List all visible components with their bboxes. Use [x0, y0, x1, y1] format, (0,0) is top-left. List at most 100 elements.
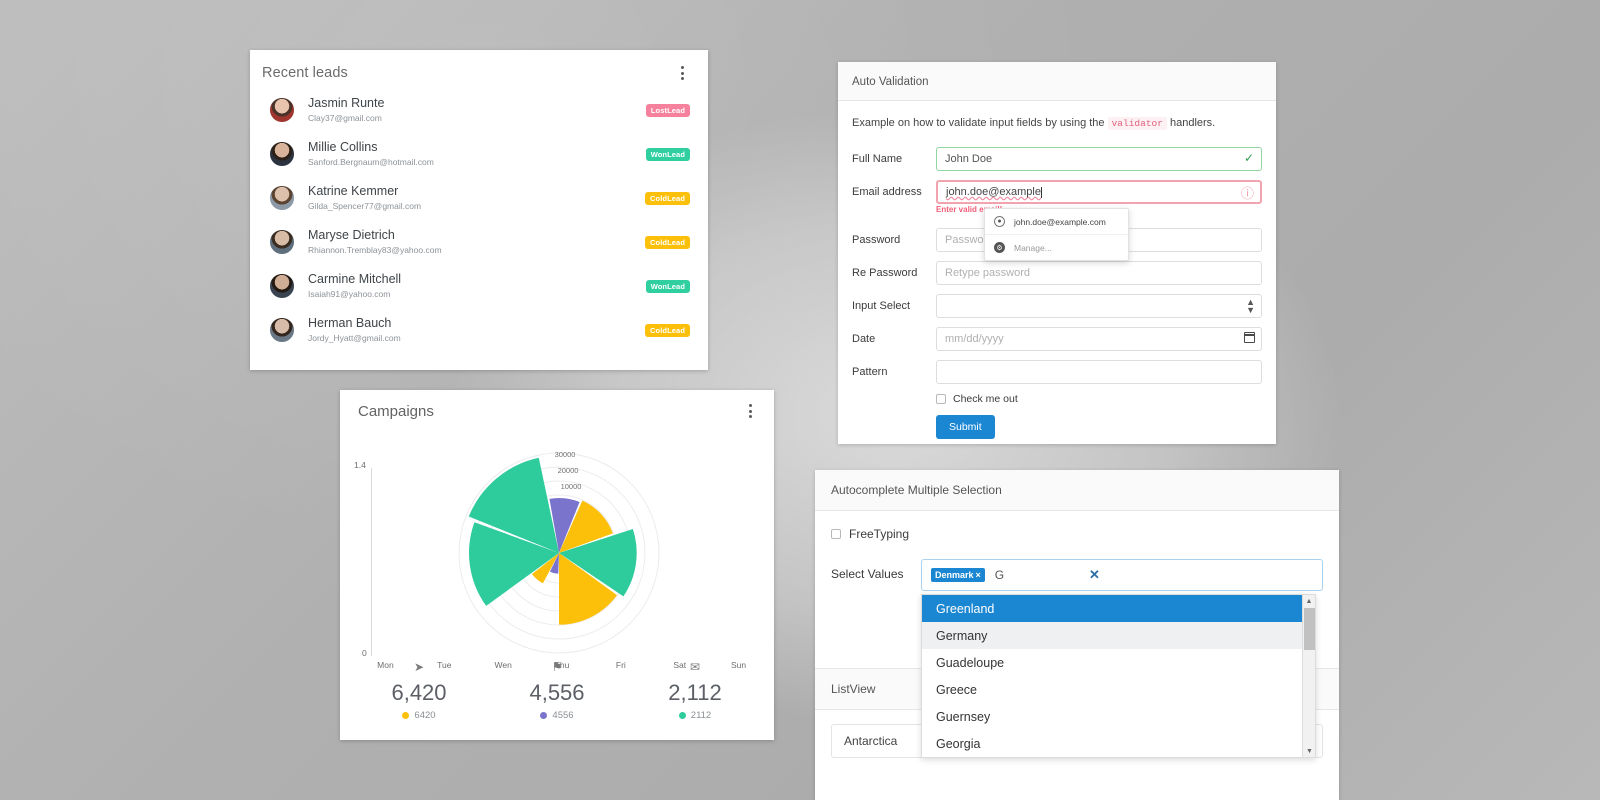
check-me-out-checkbox[interactable]: [936, 394, 946, 404]
autocomplete-option[interactable]: Guadeloupe: [922, 649, 1315, 676]
avatar: [270, 230, 294, 254]
status-badge: ColdLead: [645, 323, 690, 337]
list-item[interactable]: Katrine Kemmer Gilda_Spencer77@gmail.com C…: [250, 176, 708, 220]
pattern-row: Pattern: [852, 360, 1262, 384]
radial-tick-label: 10000: [561, 482, 582, 491]
typed-query: G: [994, 568, 1005, 582]
autocomplete-option[interactable]: Georgia: [922, 730, 1315, 757]
full-name-field[interactable]: [936, 147, 1262, 171]
y-axis-tick-min: 0: [362, 648, 367, 658]
freetyping-checkbox[interactable]: [831, 529, 841, 539]
list-item[interactable]: Millie Collins Sanford.Bergnaum@hotmail.c…: [250, 132, 708, 176]
password-label: Password: [852, 234, 901, 246]
autocomplete-card: Autocomplete Multiple Selection FreeTypi…: [815, 470, 1339, 800]
autocomplete-body: FreeTyping Select Values Denmark × G ✕ G…: [815, 511, 1339, 758]
lead-email: Gilda_Spencer77@gmail.com: [308, 200, 422, 211]
autocomplete-options: Greenland Germany Guadeloupe Greece Guernsey…: [922, 595, 1315, 757]
input-select-field[interactable]: [936, 294, 1262, 318]
lead-name: Jasmin Runte: [308, 95, 385, 110]
list-item[interactable]: Maryse Dietrich Rhiannon.Tremblay83@yahoo…: [250, 220, 708, 264]
list-item[interactable]: Herman Bauch Jordy_Hyatt@gmail.com ColdLea…: [250, 308, 708, 352]
polar-rose-plot: 30000 20000 10000: [450, 444, 668, 662]
auto-validation-description: Example on how to validate input fields …: [852, 117, 1262, 130]
validator-code-token: validator: [1107, 117, 1167, 130]
date-row: Date: [852, 327, 1262, 351]
autofill-manage[interactable]: ⚙ Manage...: [985, 234, 1128, 260]
list-item[interactable]: Carmine Mitchell Isaiah91@yahoo.com WonLea…: [250, 264, 708, 308]
full-name-row: Full Name ✓: [852, 147, 1262, 171]
scroll-up-arrow-icon[interactable]: ▲: [1303, 595, 1315, 607]
scroll-down-arrow-icon[interactable]: ▼: [1303, 745, 1316, 757]
stat-legend: 4556: [488, 710, 626, 721]
avatar: [270, 318, 294, 342]
date-field[interactable]: [936, 327, 1262, 351]
listview-title: ListView: [831, 682, 876, 696]
page-background: [0, 0, 1600, 800]
submit-button[interactable]: Submit: [936, 415, 995, 439]
lead-name: Carmine Mitchell: [308, 271, 402, 286]
stat-legend: 6420: [350, 710, 488, 721]
stat-value: 2,112: [668, 680, 722, 705]
select-values-row: Select Values Denmark × G ✕ Greenland Ger…: [831, 559, 1323, 758]
autocomplete-option[interactable]: Germany: [922, 622, 1315, 649]
close-x-icon[interactable]: ×: [976, 570, 981, 580]
re-password-field[interactable]: [936, 261, 1262, 285]
full-name-label: Full Name: [852, 153, 903, 165]
campaigns-chart: 1.4 0 30000 20000 10000 Mon Tue Wen Thu Fri Sat…: [340, 422, 774, 670]
radial-tick-label: 30000: [555, 450, 576, 459]
lead-name: Herman Bauch: [308, 315, 392, 330]
x-axis-tick: Thu: [554, 660, 570, 670]
auto-validation-title: Auto Validation: [852, 76, 929, 88]
freetyping-label: FreeTyping: [849, 527, 910, 541]
scrollbar-thumb[interactable]: [1304, 608, 1315, 650]
legend-dot: [402, 712, 410, 719]
polar-rose-svg: 30000 20000 10000: [458, 450, 660, 654]
avatar: [270, 186, 294, 210]
autofill-popup: ● john.doe@example.com ⚙ Manage...: [984, 208, 1129, 261]
chip-denmark[interactable]: Denmark ×: [931, 568, 985, 582]
recent-leads-card: Recent leads Jasmin Runte Clay37@gmail.co…: [250, 50, 708, 370]
autocomplete-option[interactable]: Guernsey: [922, 703, 1315, 730]
avatar: [270, 98, 294, 122]
spinner-arrows-icon[interactable]: ▲ ▼: [1246, 298, 1255, 315]
dropdown-scrollbar[interactable]: ▲ ▼: [1302, 595, 1315, 757]
date-label: Date: [852, 333, 876, 345]
y-axis-line: [371, 468, 372, 656]
campaigns-card: Campaigns 1.4 0 30000 20000 10000 Mon Tue We…: [340, 390, 774, 740]
re-password-label: Re Password: [852, 267, 918, 279]
stat-value: 6,420: [391, 680, 447, 705]
check-icon: ✓: [1243, 151, 1254, 165]
autocomplete-option[interactable]: Greece: [922, 676, 1315, 703]
x-axis-tick: Fri: [615, 660, 626, 670]
pattern-field[interactable]: [936, 360, 1262, 384]
lead-name: Katrine Kemmer: [308, 183, 399, 198]
autofill-suggestion[interactable]: ● john.doe@example.com: [985, 209, 1128, 234]
autofill-manage-label: Manage...: [1014, 242, 1052, 253]
status-badge: ColdLead: [645, 191, 690, 205]
status-badge: ColdLead: [645, 235, 690, 249]
autocomplete-option[interactable]: Greenland: [922, 595, 1315, 622]
recent-leads-header: Recent leads: [250, 50, 708, 88]
kebab-menu-icon[interactable]: [742, 402, 758, 420]
avatar: [270, 142, 294, 166]
legend-dot: [540, 712, 548, 719]
kebab-menu-icon[interactable]: [674, 64, 690, 82]
email-field[interactable]: john.doe@example: [936, 180, 1262, 204]
campaigns-header: Campaigns: [340, 390, 774, 420]
select-values-input[interactable]: Denmark × G ✕: [921, 559, 1323, 591]
stat-value: 4,556: [529, 680, 585, 705]
lead-email: Isaiah91@yahoo.com: [308, 288, 391, 299]
leads-list: Jasmin Runte Clay37@gmail.com LostLead Mill…: [250, 88, 708, 352]
x-axis-tick: Wen: [494, 660, 512, 670]
status-badge: WonLead: [645, 279, 690, 293]
gear-icon: ⚙: [994, 242, 1005, 253]
clear-x-icon[interactable]: ✕: [1089, 567, 1100, 583]
list-item[interactable]: Jasmin Runte Clay37@gmail.com LostLead: [250, 88, 708, 132]
legend-label: 6420: [414, 710, 436, 721]
avatar: [270, 274, 294, 298]
x-axis-tick: Tue: [437, 660, 452, 670]
input-select-label: Input Select: [852, 300, 911, 312]
calendar-icon[interactable]: [1243, 332, 1256, 343]
lead-email: Sanford.Bergnaum@hotmail.com: [308, 156, 434, 167]
input-select-row: Input Select ▲ ▼: [852, 294, 1262, 318]
